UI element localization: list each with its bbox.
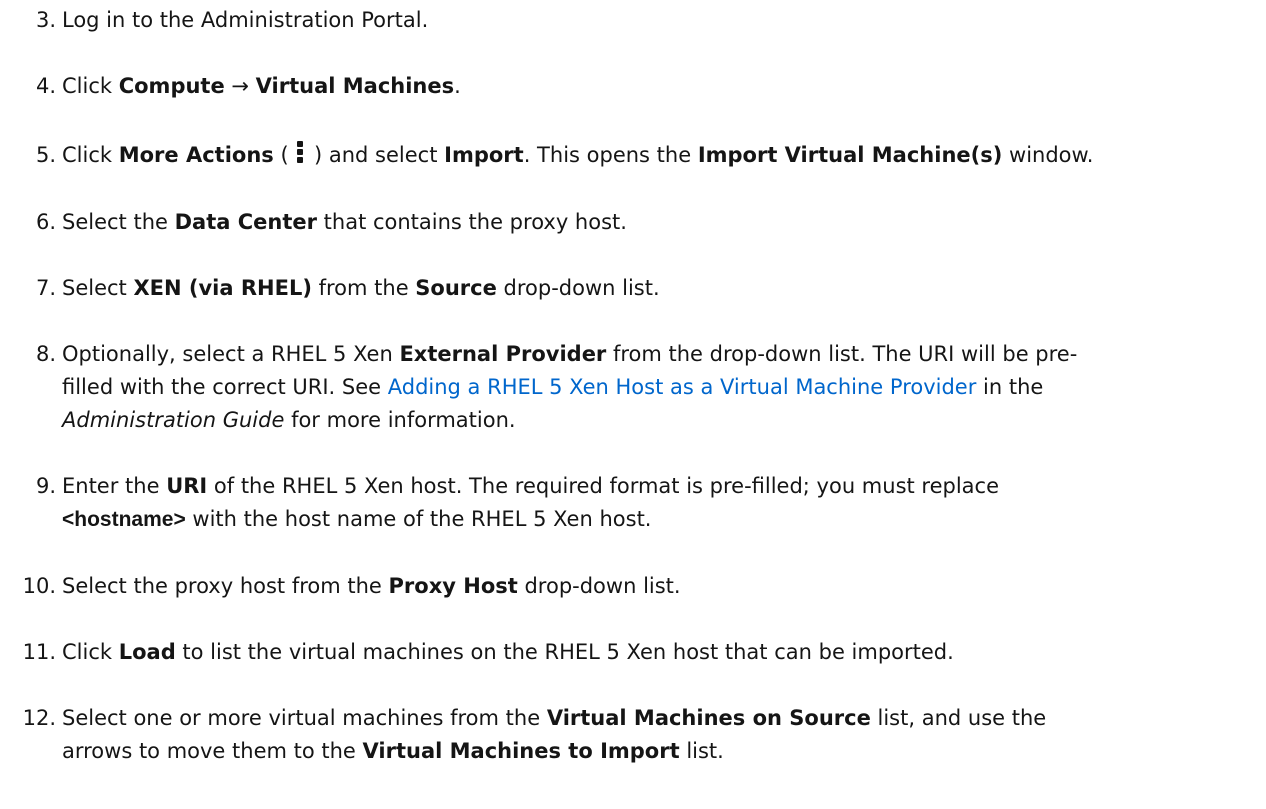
step-text: Select one or more virtual machines from… [62,702,1252,768]
step-line: Optionally, select a RHEL 5 Xen External… [62,342,1078,366]
external-provider-label: External Provider [399,342,607,366]
source-label: Source [415,276,497,300]
step-line: Administration Guide for more informatio… [62,408,516,432]
step-text: Select XEN (via RHEL) from the Source dr… [62,276,660,300]
data-center-label: Data Center [174,210,317,234]
step-number: 10. [22,574,56,598]
xen-option-label: XEN (via RHEL) [133,276,312,300]
step-line: <hostname> with the host name of the RHE… [62,507,652,531]
vms-on-source-label: Virtual Machines on Source [546,706,871,730]
step-text: Log in to the Administration Portal. [62,8,429,32]
menu-compute: Compute [118,74,225,98]
step-text: Enter the URI of the RHEL 5 Xen host. Th… [62,470,1252,536]
load-label: Load [118,640,176,664]
step-number: 3. [35,8,56,32]
proxy-host-label: Proxy Host [388,574,518,598]
import-label: Import [444,143,524,167]
more-actions-label: More Actions [118,143,274,167]
step-text: Click Load to list the virtual machines … [62,640,954,664]
uri-label: URI [166,474,208,498]
import-window-label: Import Virtual Machine(s) [697,143,1003,167]
xen-provider-link[interactable]: Adding a RHEL 5 Xen Host as a Virtual Ma… [388,375,977,399]
step-number: 8. [35,342,56,366]
step-line: Select one or more virtual machines from… [62,706,1047,730]
step-text: Select the proxy host from the Proxy Hos… [62,574,681,598]
step-text: Select the Data Center that contains the… [62,210,627,234]
step-number: 7. [35,276,56,300]
step-number: 4. [35,74,56,98]
kebab-menu-icon [297,141,305,163]
step-number: 9. [35,474,56,498]
step-line: Enter the URI of the RHEL 5 Xen host. Th… [62,474,1000,498]
step-number: 6. [35,210,56,234]
step-line: arrows to move them to the Virtual Machi… [62,739,724,763]
guide-title: Administration Guide [62,408,285,432]
hostname-placeholder: <hostname> [62,508,186,531]
step-text: Click Compute → Virtual Machines. [62,74,461,98]
step-text: Optionally, select a RHEL 5 Xen External… [62,338,1252,437]
menu-virtual-machines: Virtual Machines [255,74,455,98]
step-line: filled with the correct URI. See Adding … [62,375,1044,399]
step-number: 5. [35,143,56,167]
vms-to-import-label: Virtual Machines to Import [362,739,680,763]
step-text: Click More Actions ( ) and select Import… [62,141,1094,167]
step-number: 12. [22,706,56,730]
step-number: 11. [22,640,56,664]
